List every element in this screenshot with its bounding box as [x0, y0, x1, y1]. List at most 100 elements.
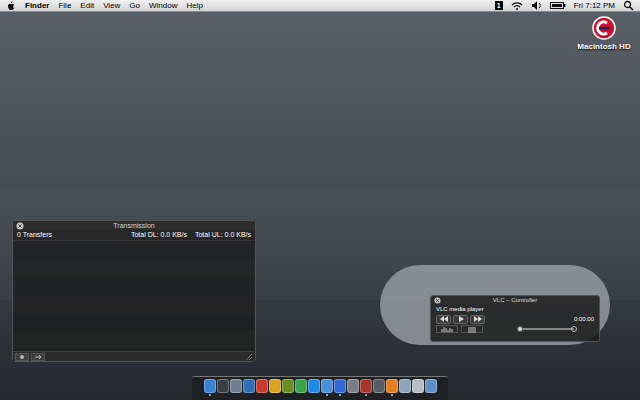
equalizer-icon — [441, 326, 453, 333]
list-stripe — [13, 277, 255, 295]
menu-item[interactable]: Window — [149, 0, 177, 11]
app-icon[interactable] — [321, 379, 333, 393]
title-bar[interactable]: Transmission — [13, 221, 255, 230]
app-icon[interactable] — [308, 379, 320, 393]
fast-forward-button[interactable] — [470, 315, 485, 324]
running-indicator — [417, 394, 419, 396]
fast-forward-icon — [473, 315, 483, 323]
gear-icon — [19, 354, 25, 360]
list-stripe — [13, 331, 255, 349]
dock-item[interactable] — [386, 379, 398, 396]
dock-item[interactable] — [308, 379, 320, 396]
running-indicator — [287, 394, 289, 396]
running-indicator — [404, 394, 406, 396]
menu-item[interactable]: Edit — [80, 0, 94, 11]
window-title: Transmission — [113, 221, 154, 230]
transfer-count: 0 Transfers — [17, 230, 52, 240]
app-icon[interactable] — [412, 379, 424, 393]
spotlight-icon — [623, 0, 634, 11]
volume-knob[interactable] — [517, 326, 523, 332]
list-stripe — [13, 241, 255, 259]
desktop-icon[interactable]: Macintosh HD — [574, 16, 634, 52]
play-button[interactable] — [453, 315, 468, 324]
menu-item[interactable]: Go — [129, 0, 140, 11]
vlc-controller-window[interactable]: VLC – ControllerVLC media player 0:00:00 — [430, 295, 600, 342]
battery-icon — [550, 0, 566, 11]
running-indicator — [430, 394, 432, 396]
app-icon[interactable] — [386, 379, 398, 393]
volume-max-cap — [571, 326, 577, 332]
menu-item[interactable]: File — [58, 0, 71, 11]
clock[interactable]: Fri 7:12 PM — [574, 0, 615, 11]
transmission-window[interactable]: Transmission 0 Transfers Total DL: 0.0 KB/… — [12, 220, 256, 362]
app-icon[interactable] — [269, 379, 281, 393]
status-badge[interactable]: 1 — [495, 1, 503, 10]
list-stripe — [13, 259, 255, 277]
dock-item[interactable] — [282, 379, 294, 396]
playlist-icon — [467, 326, 477, 333]
dock — [192, 376, 448, 400]
desktop-icon-label[interactable]: Macintosh HD — [577, 42, 630, 52]
dock-item[interactable] — [230, 379, 242, 396]
app-icon[interactable] — [334, 379, 346, 393]
dock-item[interactable] — [425, 379, 437, 396]
app-icon[interactable] — [230, 379, 242, 393]
app-icon[interactable] — [217, 379, 229, 393]
dock-item[interactable] — [269, 379, 281, 396]
apple-menu-icon[interactable] — [6, 0, 16, 11]
dock-item[interactable] — [256, 379, 268, 396]
menu-item[interactable]: Help — [186, 0, 202, 11]
action-button[interactable] — [15, 353, 29, 361]
tools-row — [431, 324, 599, 334]
dock-item[interactable] — [334, 379, 346, 396]
dock-item[interactable] — [412, 379, 424, 396]
arrows-icon — [34, 354, 42, 360]
running-indicator — [339, 394, 341, 396]
dock-item[interactable] — [243, 379, 255, 396]
play-icon — [456, 315, 466, 323]
total-download: Total DL: 0.0 KB/s — [131, 230, 187, 240]
playlist-button[interactable] — [461, 325, 483, 333]
app-menu[interactable]: Finder — [25, 0, 49, 11]
title-bar[interactable]: VLC – Controller — [431, 296, 599, 304]
transport-row: 0:00:00 — [431, 314, 599, 324]
running-indicator — [313, 394, 315, 396]
elapsed-time: 0:00:00 — [574, 315, 594, 324]
dock-item[interactable] — [217, 379, 229, 396]
info-row: VLC media player — [431, 304, 599, 314]
app-icon[interactable] — [373, 379, 385, 393]
resize-grip-icon — [245, 353, 253, 361]
dock-item[interactable] — [360, 379, 372, 396]
close-icon[interactable] — [16, 222, 24, 230]
app-icon[interactable] — [282, 379, 294, 393]
app-icon[interactable] — [295, 379, 307, 393]
app-icon[interactable] — [243, 379, 255, 393]
transfer-list[interactable] — [13, 241, 255, 351]
menu-item[interactable]: View — [103, 0, 120, 11]
speed-limit-button[interactable] — [31, 353, 45, 361]
rewind-button[interactable] — [436, 315, 451, 324]
app-icon[interactable] — [256, 379, 268, 393]
dock-item[interactable] — [373, 379, 385, 396]
app-icon[interactable] — [425, 379, 437, 393]
wifi-icon — [511, 1, 523, 11]
app-icon[interactable] — [360, 379, 372, 393]
equalizer-button[interactable] — [436, 325, 458, 333]
dock-item[interactable] — [347, 379, 359, 396]
close-icon[interactable] — [434, 297, 441, 304]
dock-item[interactable] — [399, 379, 411, 396]
app-icon[interactable] — [399, 379, 411, 393]
media-status: VLC media player — [436, 305, 484, 314]
running-indicator — [326, 394, 328, 396]
running-indicator — [235, 394, 237, 396]
menu-bar: Finder File Edit View Go Window Help 1 Fri 7:12 … — [0, 0, 640, 12]
bottom-bar — [13, 351, 255, 361]
dock-item[interactable] — [204, 379, 216, 396]
app-icon[interactable] — [204, 379, 216, 393]
dock-item[interactable] — [295, 379, 307, 396]
running-indicator — [248, 394, 250, 396]
running-indicator — [378, 394, 380, 396]
volume-slider[interactable] — [520, 328, 574, 330]
app-icon[interactable] — [347, 379, 359, 393]
dock-item[interactable] — [321, 379, 333, 396]
